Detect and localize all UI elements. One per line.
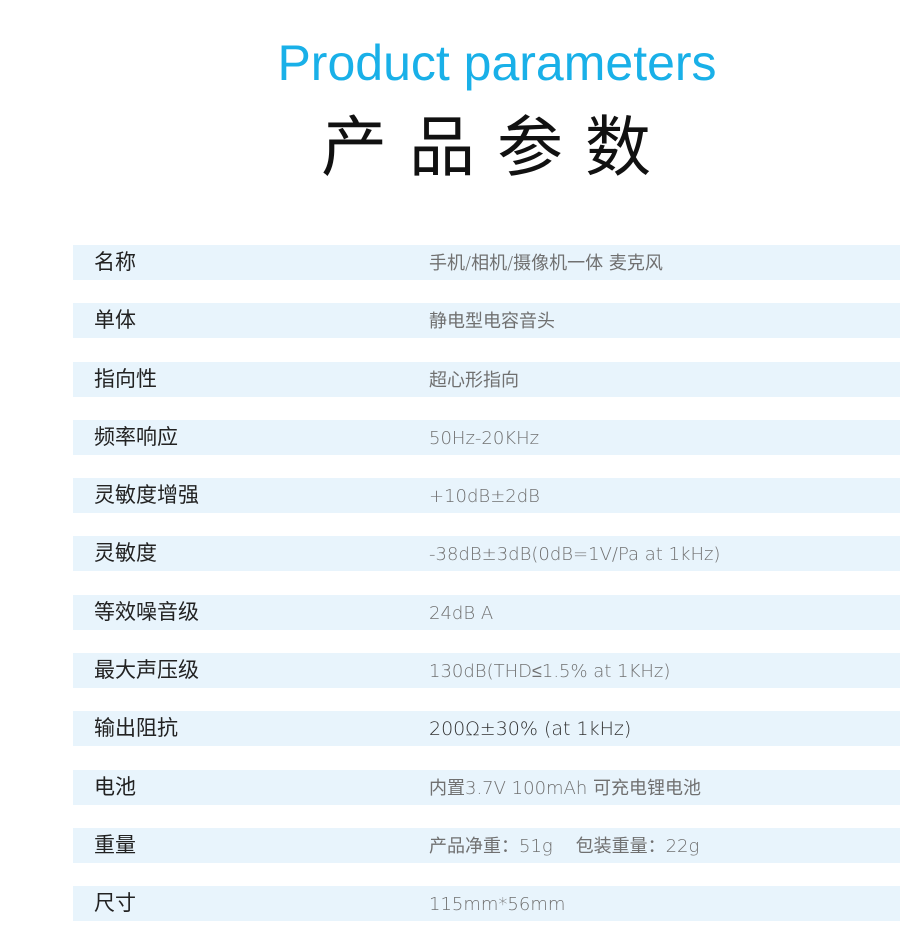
spec-table: 名称 手机/相机/摄像机一体 麦克风 单体 静电型电容音头 指向性 超心形指向 … [73, 245, 900, 945]
spec-row-name: 名称 手机/相机/摄像机一体 麦克风 [73, 245, 900, 280]
spec-row-frequency-response: 频率响应 50Hz-20KHz [73, 419, 900, 455]
spec-value: 产品净重：51g 包装重量：22g [429, 835, 700, 857]
spec-value: -38dB±3dB(0dB=1V/Pa at 1kHz) [429, 544, 721, 566]
spec-row-equivalent-noise: 等效噪音级 24dB A [73, 594, 900, 630]
spec-row-output-impedance: 输出阻抗 200Ω±30% (at 1kHz) [73, 711, 900, 747]
spec-label: 重量 [94, 832, 136, 857]
spec-label: 指向性 [94, 366, 157, 391]
spec-label: 尺寸 [94, 891, 136, 916]
page-title-chinese: 产品参数 [321, 109, 673, 186]
spec-value: 内置3.7V 100mAh 可充电锂电池 [429, 777, 701, 799]
spec-label: 输出阻抗 [94, 716, 178, 741]
spec-label: 电池 [94, 774, 136, 799]
spec-value: 115mm*56mm [429, 894, 566, 916]
spec-row-max-spl: 最大声压级 130dB(THD≤1.5% at 1KHz) [73, 653, 900, 689]
spec-row-sensitivity: 灵敏度 -38dB±3dB(0dB=1V/Pa at 1kHz) [73, 536, 900, 572]
spec-row-directivity: 指向性 超心形指向 [73, 361, 900, 397]
spec-label: 灵敏度 [94, 541, 157, 566]
spec-value: 超心形指向 [429, 369, 519, 391]
spec-label: 等效噪音级 [94, 599, 199, 624]
spec-label: 单体 [94, 308, 136, 333]
spec-row-weight: 重量 产品净重：51g 包装重量：22g [73, 827, 900, 863]
spec-label: 名称 [94, 250, 136, 274]
spec-value: 静电型电容音头 [429, 311, 555, 333]
spec-row-sensitivity-boost: 灵敏度增强 +10dB±2dB [73, 478, 900, 514]
spec-row-battery: 电池 内置3.7V 100mAh 可充电锂电池 [73, 769, 900, 805]
spec-label: 最大声压级 [94, 658, 199, 683]
page-title-english: Product parameters [277, 35, 717, 91]
spec-label: 频率响应 [94, 424, 178, 449]
spec-value: 130dB(THD≤1.5% at 1KHz) [429, 661, 671, 683]
spec-label: 灵敏度增强 [94, 483, 199, 508]
spec-value: 200Ω±30% (at 1kHz) [429, 718, 632, 741]
spec-value: 50Hz-20KHz [429, 427, 540, 449]
spec-value: 24dB A [429, 602, 494, 624]
spec-row-unit: 单体 静电型电容音头 [73, 303, 900, 339]
spec-value: 手机/相机/摄像机一体 麦克风 [429, 253, 663, 274]
spec-value: +10dB±2dB [429, 486, 540, 508]
spec-row-dimensions: 尺寸 115mm*56mm [73, 886, 900, 922]
